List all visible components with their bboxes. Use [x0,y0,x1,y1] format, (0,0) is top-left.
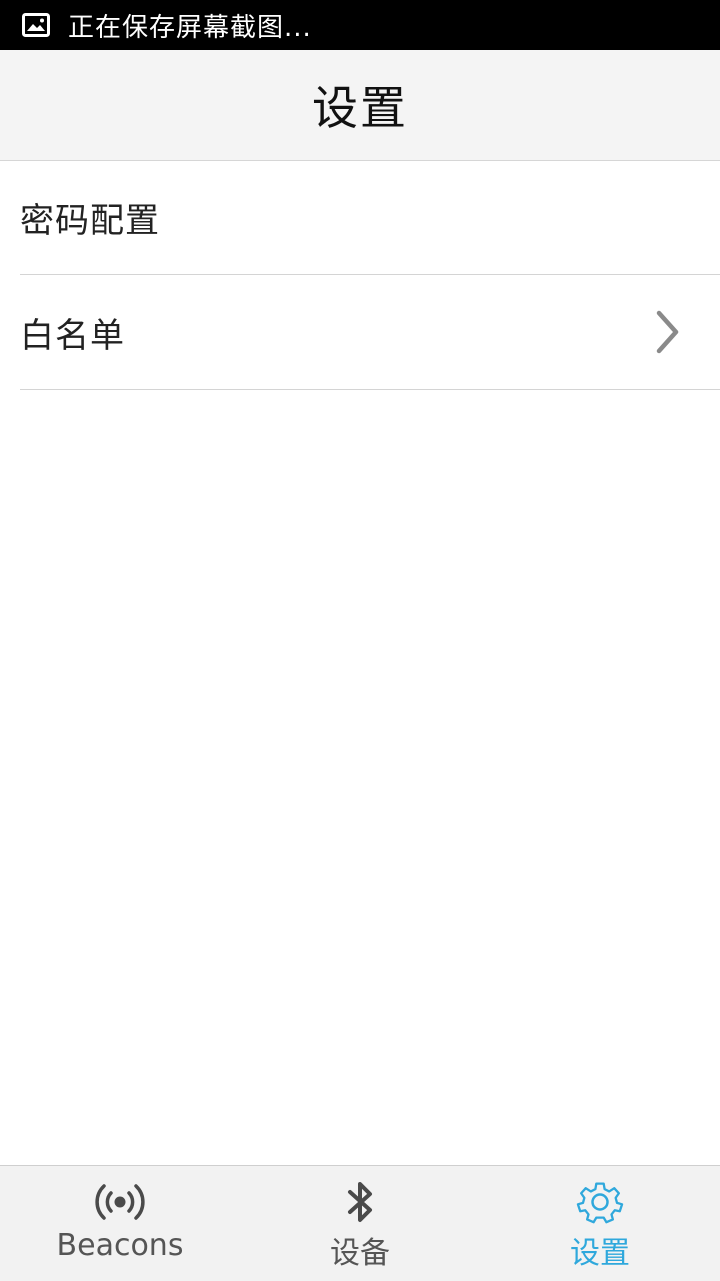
bottom-nav: Beacons 设备 设置 [0,1165,720,1281]
gear-icon [574,1178,626,1226]
tab-devices[interactable]: 设备 [240,1166,480,1281]
settings-item-whitelist[interactable]: 白名单 [20,275,720,390]
tab-beacons[interactable]: Beacons [0,1166,240,1281]
image-icon [22,13,50,37]
settings-item-password-config[interactable]: 密码配置 [20,161,720,275]
settings-item-label: 密码配置 [20,201,160,241]
settings-item-label: 白名单 [20,315,125,356]
broadcast-icon [94,1178,146,1226]
app-header: 设置 [0,50,720,161]
tab-label: Beacons [56,1228,184,1263]
chevron-right-icon [654,309,682,355]
page-title: 设置 [312,81,408,135]
settings-list: 密码配置 白名单 [0,161,720,390]
tab-settings[interactable]: 设置 [480,1166,720,1281]
status-text: 正在保存屏幕截图... [68,12,312,43]
status-bar: 正在保存屏幕截图... [0,0,720,50]
bluetooth-icon [334,1178,386,1226]
tab-label: 设置 [570,1236,630,1271]
tab-label: 设备 [330,1236,390,1271]
